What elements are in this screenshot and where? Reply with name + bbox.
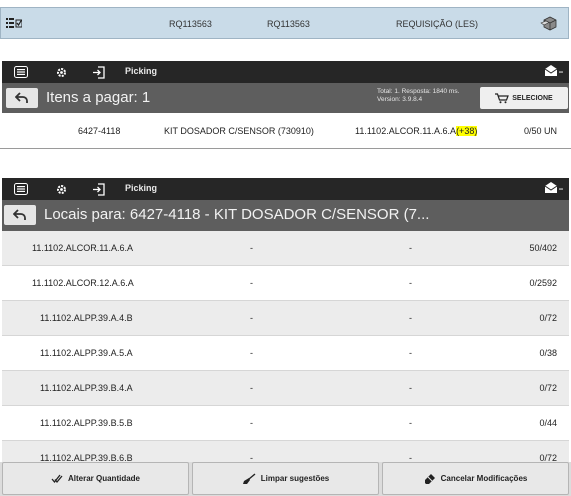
select-button[interactable]: SELECIONE	[480, 87, 568, 109]
item-code: 6427-4118	[78, 126, 121, 136]
row-quantity: 50/402	[529, 243, 557, 253]
row-col2: -	[250, 348, 253, 358]
mail-icon[interactable]	[543, 64, 563, 83]
row-quantity: 0/72	[539, 383, 557, 393]
mail-icon[interactable]	[543, 181, 563, 200]
row-col3: -	[409, 348, 412, 358]
row-location: 11.1102.ALPP.39.A.4.B	[40, 313, 133, 323]
locations-title: Locais para: 6427-4118 - KIT DOSADOR C/S…	[44, 206, 430, 223]
gear-icon[interactable]	[52, 181, 70, 197]
broom-icon	[242, 472, 256, 484]
action-bar: Alterar Quantidade Limpar sugestões Canc…	[0, 462, 571, 496]
toolbar-title: Picking	[125, 66, 158, 76]
table-row[interactable]: 11.1102.ALPP.39.A.5.A - - 0/38	[2, 336, 569, 371]
panel1-header: Itens a pagar: 1 Total: 1. Resposta: 184…	[2, 83, 569, 113]
row-col3: -	[409, 313, 412, 323]
row-location: 11.1102.ALCOR.12.A.6.A	[32, 278, 134, 288]
gear-icon[interactable]	[52, 64, 70, 80]
locations-table: 11.1102.ALCOR.11.A.6.A - - 50/402 11.110…	[2, 231, 569, 476]
cancel-changes-button[interactable]: Cancelar Modificações	[382, 462, 569, 495]
row-col2: -	[250, 383, 253, 393]
logout-icon[interactable]	[90, 64, 108, 80]
checklist-icon[interactable]	[6, 18, 23, 30]
back-button[interactable]	[6, 88, 38, 108]
table-row[interactable]: 11.1102.ALPP.39.B.4.A - - 0/72	[2, 371, 569, 406]
response-stats: Total: 1. Resposta: 1840 ms. Version: 3.…	[377, 88, 459, 104]
divider	[0, 148, 571, 149]
requisition-type: REQUISIÇÃO (LES)	[396, 19, 479, 29]
menu-icon[interactable]	[12, 181, 30, 197]
row-quantity: 0/2592	[529, 278, 557, 288]
table-row[interactable]: 11.1102.ALCOR.12.A.6.A - - 0/2592	[2, 266, 569, 301]
table-row[interactable]: 11.1102.ALPP.39.B.5.B - - 0/44	[2, 406, 569, 441]
item-location: 11.1102.ALCOR.11.A.6.A(+38)	[355, 126, 478, 136]
row-col2: -	[250, 243, 253, 253]
requisition-code-secondary: RQ113563	[267, 19, 310, 29]
row-location: 11.1102.ALPP.39.A.5.A	[40, 348, 133, 358]
panel2-header: Locais para: 6427-4118 - KIT DOSADOR C/S…	[2, 200, 569, 231]
clear-suggestions-label: Limpar sugestões	[260, 474, 330, 483]
item-location-code: 11.1102.ALCOR.11.A.6.A	[355, 126, 457, 136]
select-button-label: SELECIONE	[512, 94, 553, 102]
back-arrow-icon	[13, 209, 26, 220]
back-arrow-icon	[15, 92, 28, 103]
row-col2: -	[250, 418, 253, 428]
requisition-strip: RQ113563 RQ113563 REQUISIÇÃO (LES)	[0, 7, 569, 39]
cart-icon	[495, 92, 510, 103]
row-col2: -	[250, 278, 253, 288]
menu-icon[interactable]	[12, 64, 30, 80]
item-description: KIT DOSADOR C/SENSOR (730910)	[164, 126, 314, 136]
row-location: 11.1102.ALPP.39.B.4.A	[40, 383, 133, 393]
double-check-icon	[51, 474, 63, 483]
list-item[interactable]: 6427-4118 KIT DOSADOR C/SENSOR (730910) …	[2, 113, 569, 149]
eraser-icon	[424, 473, 435, 484]
row-col3: -	[409, 418, 412, 428]
row-quantity: 0/38	[539, 348, 557, 358]
item-quantity: 0/50 UN	[523, 126, 557, 136]
requisition-code: RQ113563	[169, 19, 212, 29]
row-location: 11.1102.ALCOR.11.A.6.A	[32, 243, 134, 253]
row-col3: -	[409, 278, 412, 288]
table-row[interactable]: 11.1102.ALPP.39.A.4.B - - 0/72	[2, 301, 569, 336]
page-title: Itens a pagar: 1	[46, 89, 151, 106]
row-quantity: 0/44	[539, 418, 557, 428]
row-location: 11.1102.ALPP.39.B.5.B	[40, 418, 133, 428]
row-col3: -	[409, 243, 412, 253]
row-col3: -	[409, 383, 412, 393]
package-icon[interactable]	[540, 14, 558, 34]
table-row[interactable]: 11.1102.ALCOR.11.A.6.A - - 50/402	[2, 231, 569, 266]
back-button[interactable]	[4, 205, 36, 225]
cancel-changes-label: Cancelar Modificações	[440, 474, 528, 483]
alter-quantity-button[interactable]: Alterar Quantidade	[2, 462, 189, 495]
stats-total: Total: 1. Resposta: 1840 ms.	[377, 88, 460, 95]
toolbar-title: Picking	[125, 183, 158, 193]
panel2-toolbar: Picking	[2, 178, 569, 200]
logout-icon[interactable]	[90, 181, 108, 197]
alter-quantity-label: Alterar Quantidade	[67, 474, 140, 483]
clear-suggestions-button[interactable]: Limpar sugestões	[192, 462, 379, 495]
row-quantity: 0/72	[539, 313, 557, 323]
item-location-extra: (+38)	[456, 126, 478, 136]
stats-version: Version: 3.9.8.4	[377, 96, 423, 103]
panel1-toolbar: Picking	[2, 61, 569, 83]
row-col2: -	[250, 313, 253, 323]
